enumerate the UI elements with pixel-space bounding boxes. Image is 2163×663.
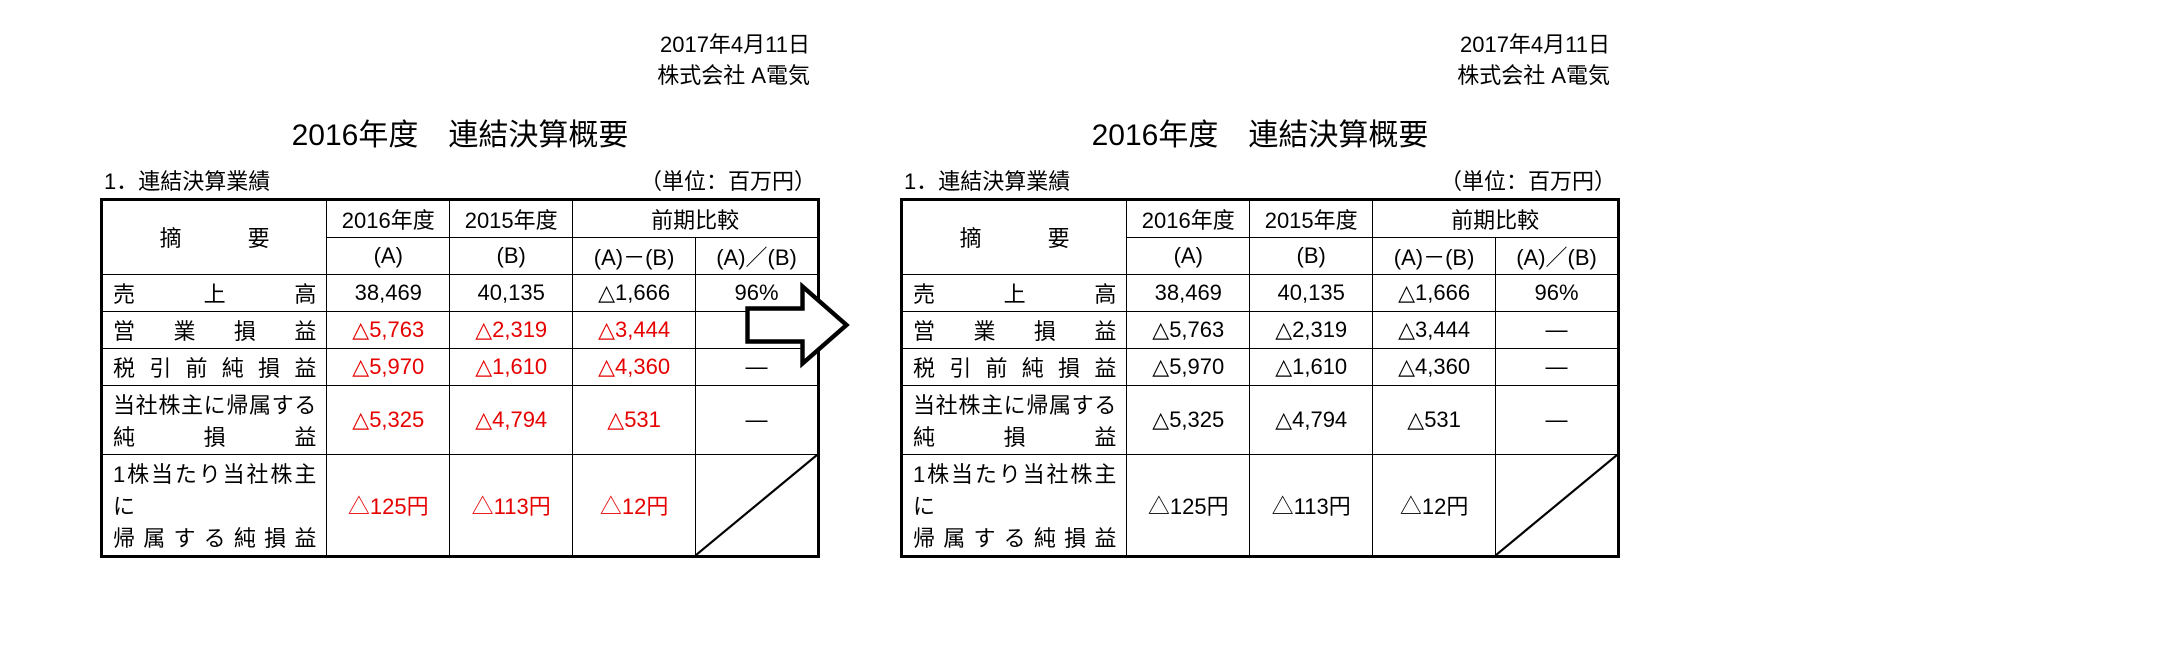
- cell-b: △4,794: [1250, 385, 1373, 454]
- cell-diff: △531: [1373, 385, 1496, 454]
- cell-a: △125円: [327, 454, 450, 556]
- cell-b: △2,319: [450, 311, 573, 348]
- row-label: 1株当たり当社株主に帰属する純損益: [102, 454, 327, 556]
- col-fy2016: 2016年度: [327, 199, 450, 237]
- unit-label: （単位：百万円）: [1440, 164, 1616, 196]
- cell-a: △5,763: [1127, 311, 1250, 348]
- header-company: 株式会社 A電気: [100, 61, 810, 92]
- cell-diff: △3,444: [1373, 311, 1496, 348]
- row-label: 税引前純損益: [102, 348, 327, 385]
- col-summary: 摘 要: [102, 199, 327, 274]
- cell-diff: △531: [573, 385, 696, 454]
- cell-diff: △12円: [573, 454, 696, 556]
- document-title: 2016年度 連結決算概要: [900, 110, 1620, 154]
- cell-diff: △4,360: [1373, 348, 1496, 385]
- unit-label: （単位：百万円）: [640, 164, 816, 196]
- table-row: 当社株主に帰属する純損益△5,325△4,794△531―: [102, 385, 819, 454]
- cell-diff: △12円: [1373, 454, 1496, 556]
- section-row: 1．連結決算業績 （単位：百万円）: [900, 164, 1620, 196]
- document-title: 2016年度 連結決算概要: [100, 110, 820, 154]
- cell-b: △4,794: [450, 385, 573, 454]
- cell-b: 40,135: [450, 274, 573, 311]
- cell-ratio: ―: [696, 385, 819, 454]
- row-label: 売上高: [902, 274, 1127, 311]
- cell-b: 40,135: [1250, 274, 1373, 311]
- row-label: 営業損益: [102, 311, 327, 348]
- cell-a: △5,325: [1127, 385, 1250, 454]
- header-block: 2017年4月11日 株式会社 A電気: [900, 30, 1620, 92]
- col-diff: (A)－(B): [573, 237, 696, 274]
- col-a-sub: (A): [1127, 237, 1250, 274]
- col-b-sub: (B): [1250, 237, 1373, 274]
- cell-b: △1,610: [450, 348, 573, 385]
- header-company: 株式会社 A電気: [900, 61, 1610, 92]
- cell-a: 38,469: [327, 274, 450, 311]
- header-date: 2017年4月11日: [900, 30, 1610, 61]
- row-label: 営業損益: [902, 311, 1127, 348]
- col-compare: 前期比較: [573, 199, 819, 237]
- table-row: 1株当たり当社株主に帰属する純損益△125円△113円△12円: [902, 454, 1619, 556]
- row-label: 当社株主に帰属する純損益: [102, 385, 327, 454]
- col-ratio: (A)／(B): [696, 237, 819, 274]
- table-row: 営業損益△5,763△2,319△3,444―: [902, 311, 1619, 348]
- col-summary: 摘 要: [902, 199, 1127, 274]
- cell-ratio: [1496, 454, 1619, 556]
- cell-diff: △3,444: [573, 311, 696, 348]
- section-label: 1．連結決算業績: [104, 164, 270, 196]
- col-compare: 前期比較: [1373, 199, 1619, 237]
- cell-ratio: ―: [1496, 348, 1619, 385]
- section-label: 1．連結決算業績: [904, 164, 1070, 196]
- financial-table-right: 摘 要 2016年度 2015年度 前期比較 (A) (B) (A)－(B) (…: [900, 198, 1620, 558]
- cell-ratio: ―: [1496, 311, 1619, 348]
- cell-a: △5,325: [327, 385, 450, 454]
- row-label: 1株当たり当社株主に帰属する純損益: [902, 454, 1127, 556]
- col-a-sub: (A): [327, 237, 450, 274]
- cell-ratio: 96%: [1496, 274, 1619, 311]
- cell-a: △5,763: [327, 311, 450, 348]
- header-block: 2017年4月11日 株式会社 A電気: [100, 30, 820, 92]
- col-fy2015: 2015年度: [1250, 199, 1373, 237]
- table-row: 売上高38,46940,135△1,66696%: [902, 274, 1619, 311]
- financial-table-left: 摘 要 2016年度 2015年度 前期比較 (A) (B) (A)－(B) (…: [100, 198, 820, 558]
- cell-a: △5,970: [1127, 348, 1250, 385]
- row-label: 当社株主に帰属する純損益: [902, 385, 1127, 454]
- col-ratio: (A)／(B): [1496, 237, 1619, 274]
- cell-b: △2,319: [1250, 311, 1373, 348]
- cell-diff: △1,666: [573, 274, 696, 311]
- right-panel: 2017年4月11日 株式会社 A電気 2016年度 連結決算概要 1．連結決算…: [900, 30, 1620, 558]
- header-date: 2017年4月11日: [100, 30, 810, 61]
- table-row: 営業損益△5,763△2,319△3,444―: [102, 311, 819, 348]
- arrow-icon: [742, 270, 852, 385]
- table-row: 売上高38,46940,135△1,66696%: [102, 274, 819, 311]
- table-row: 1株当たり当社株主に帰属する純損益△125円△113円△12円: [102, 454, 819, 556]
- table-row: 税引前純損益△5,970△1,610△4,360―: [102, 348, 819, 385]
- cell-b: △113円: [1250, 454, 1373, 556]
- col-fy2016: 2016年度: [1127, 199, 1250, 237]
- col-fy2015: 2015年度: [450, 199, 573, 237]
- table-row: 当社株主に帰属する純損益△5,325△4,794△531―: [902, 385, 1619, 454]
- left-panel: 2017年4月11日 株式会社 A電気 2016年度 連結決算概要 1．連結決算…: [100, 30, 820, 558]
- cell-diff: △1,666: [1373, 274, 1496, 311]
- row-label: 税引前純損益: [902, 348, 1127, 385]
- cell-diff: △4,360: [573, 348, 696, 385]
- cell-a: △5,970: [327, 348, 450, 385]
- section-row: 1．連結決算業績 （単位：百万円）: [100, 164, 820, 196]
- cell-b: △113円: [450, 454, 573, 556]
- cell-b: △1,610: [1250, 348, 1373, 385]
- col-diff: (A)－(B): [1373, 237, 1496, 274]
- table-row: 税引前純損益△5,970△1,610△4,360―: [902, 348, 1619, 385]
- cell-ratio: [696, 454, 819, 556]
- row-label: 売上高: [102, 274, 327, 311]
- cell-a: △125円: [1127, 454, 1250, 556]
- cell-a: 38,469: [1127, 274, 1250, 311]
- col-b-sub: (B): [450, 237, 573, 274]
- cell-ratio: ―: [1496, 385, 1619, 454]
